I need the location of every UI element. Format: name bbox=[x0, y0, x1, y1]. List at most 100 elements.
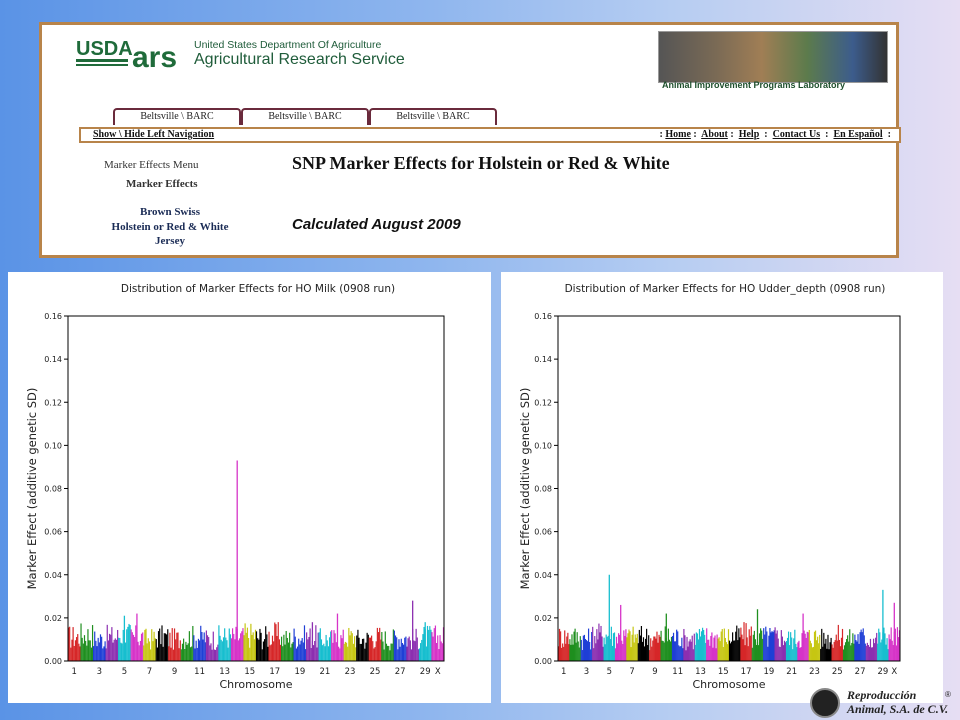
plot-frame bbox=[67, 315, 445, 662]
chromosome-series-10 bbox=[660, 613, 673, 661]
chromosome-series-9 bbox=[649, 631, 661, 661]
x-tick-label: 3 bbox=[97, 667, 102, 677]
chromosome-series-29 bbox=[418, 622, 432, 661]
chromosome-series-11 bbox=[193, 625, 206, 661]
x-tick-label: 21 bbox=[320, 667, 331, 677]
top-navigation-bar: Show \ Hide Left Navigation : Home : Abo… bbox=[79, 127, 901, 143]
lab-name: Animal Improvement Programs Laboratory bbox=[662, 80, 846, 90]
chromosome-series-19 bbox=[293, 625, 307, 661]
chromosome-series-1 bbox=[67, 626, 81, 661]
chromosome-series-21 bbox=[785, 629, 798, 661]
tab-beltsville-3[interactable]: Beltsville \ BARC bbox=[369, 108, 497, 125]
y-tick-label: 0.06 bbox=[44, 528, 62, 537]
chromosome-series-12 bbox=[683, 628, 695, 661]
company-logo: Reproducción Animal, S.A. de C.V. ® bbox=[810, 688, 960, 720]
left-menu-marker-effects[interactable]: Marker Effects bbox=[126, 178, 198, 190]
y-tick-label: 0.12 bbox=[534, 398, 552, 407]
chromosome-series-15 bbox=[717, 628, 730, 661]
x-tick-label: 21 bbox=[786, 667, 797, 677]
x-tick-label: 5 bbox=[607, 667, 612, 677]
x-tick-label: 1 bbox=[72, 667, 77, 677]
chart-panel-udder-depth: Distribution of Marker Effects for HO Ud… bbox=[501, 272, 943, 703]
tab-beltsville-2[interactable]: Beltsville \ BARC bbox=[241, 108, 369, 125]
nav-contact-link[interactable]: Contact Us bbox=[773, 129, 821, 140]
agency-name-line1: United States Department Of Agriculture bbox=[194, 39, 382, 51]
x-tick-label: 23 bbox=[809, 667, 820, 677]
chromosome-series-29 bbox=[877, 589, 889, 661]
chromosome-series-9 bbox=[168, 628, 181, 661]
company-name-line1: Reproducción bbox=[847, 688, 917, 702]
chromosome-series-2 bbox=[569, 628, 581, 661]
chromosome-series-27 bbox=[393, 630, 407, 661]
y-tick-label: 0.04 bbox=[534, 571, 552, 580]
chromosome-series-17 bbox=[740, 622, 752, 661]
chromosome-series-26 bbox=[381, 629, 394, 661]
chromosome-series-13 bbox=[694, 627, 707, 661]
nav-help-link[interactable]: Help bbox=[739, 129, 760, 140]
usda-ars-logo[interactable]: USDA ars bbox=[76, 35, 196, 73]
x-tick-label: 3 bbox=[584, 667, 589, 677]
y-tick-label: 0.08 bbox=[534, 485, 552, 494]
chromosome-series-5 bbox=[603, 574, 616, 661]
company-name-line2: Animal, S.A. de C.V. bbox=[847, 702, 949, 716]
x-tick-label: 11 bbox=[194, 667, 205, 677]
chromosome-series-16 bbox=[255, 626, 269, 661]
chromosome-series-13 bbox=[218, 625, 232, 661]
chromosome-series-27 bbox=[854, 628, 866, 661]
x-tick-label: 1 bbox=[561, 667, 566, 677]
left-menu-title: Marker Effects Menu bbox=[104, 159, 199, 171]
chromosome-series-24 bbox=[356, 629, 369, 661]
chromosome-series-X bbox=[888, 602, 901, 661]
chromosome-series-1 bbox=[557, 628, 570, 661]
breed-link-brown-swiss[interactable]: Brown Swiss bbox=[90, 206, 250, 218]
chromosome-series-5 bbox=[118, 615, 131, 661]
chromosome-series-18 bbox=[751, 609, 764, 661]
y-tick-label: 0.10 bbox=[534, 441, 552, 450]
chromosome-series-28 bbox=[865, 632, 878, 661]
tab-beltsville-1[interactable]: Beltsville \ BARC bbox=[113, 108, 241, 125]
y-tick-label: 0.00 bbox=[44, 657, 62, 666]
calculation-date: Calculated August 2009 bbox=[292, 216, 461, 233]
nav-about-link[interactable]: About bbox=[701, 129, 728, 140]
toggle-left-navigation-link[interactable]: Show \ Hide Left Navigation bbox=[93, 129, 214, 141]
x-axis-label: Chromosome bbox=[692, 678, 765, 691]
chromosome-series-22 bbox=[797, 613, 809, 661]
ars-logo-text: ars bbox=[132, 41, 177, 73]
x-tick-label: 29 bbox=[877, 667, 888, 677]
x-tick-label: 29 bbox=[420, 667, 431, 677]
chromosome-series-3 bbox=[580, 628, 593, 661]
chromosome-series-7 bbox=[626, 626, 638, 661]
chromosome-series-25 bbox=[368, 627, 382, 661]
y-tick-label: 0.02 bbox=[44, 614, 62, 623]
y-axis-label: Marker Effect (additive genetic SD) bbox=[25, 388, 39, 590]
chromosome-series-8 bbox=[155, 625, 169, 661]
y-tick-label: 0.12 bbox=[44, 398, 62, 407]
x-tick-label: X bbox=[435, 667, 441, 677]
nav-home-link[interactable]: Home bbox=[665, 129, 691, 140]
chromosome-series-28 bbox=[406, 600, 420, 661]
x-tick-label: 11 bbox=[672, 667, 683, 677]
chromosome-series-24 bbox=[820, 628, 832, 661]
x-tick-label: 19 bbox=[763, 667, 774, 677]
x-axis-label: Chromosome bbox=[219, 678, 292, 691]
y-tick-label: 0.14 bbox=[534, 355, 552, 364]
nav-espanol-link[interactable]: En Español bbox=[833, 129, 882, 140]
chromosome-series-17 bbox=[268, 622, 282, 661]
bull-logo-icon bbox=[810, 688, 840, 718]
banner-photo bbox=[658, 31, 888, 83]
chromosome-series-21 bbox=[318, 628, 332, 661]
y-tick-label: 0.10 bbox=[44, 441, 62, 450]
breed-link-holstein[interactable]: Holstein or Red & White bbox=[90, 221, 250, 233]
y-tick-label: 0.08 bbox=[44, 485, 62, 494]
breed-link-jersey[interactable]: Jersey bbox=[90, 235, 250, 247]
page-title: SNP Marker Effects for Holstein or Red &… bbox=[292, 153, 670, 173]
chromosome-series-10 bbox=[180, 625, 194, 661]
chart-title: Distribution of Marker Effects for HO Ud… bbox=[565, 283, 886, 295]
x-tick-label: 17 bbox=[741, 667, 752, 677]
x-tick-label: 7 bbox=[147, 667, 152, 677]
chromosome-series-19 bbox=[763, 626, 775, 661]
nav-links: : Home : About : Help : Contact Us : En … bbox=[659, 129, 892, 140]
chromosome-series-20 bbox=[306, 622, 319, 661]
chromosome-series-25 bbox=[831, 624, 844, 661]
y-tick-label: 0.16 bbox=[44, 312, 62, 321]
